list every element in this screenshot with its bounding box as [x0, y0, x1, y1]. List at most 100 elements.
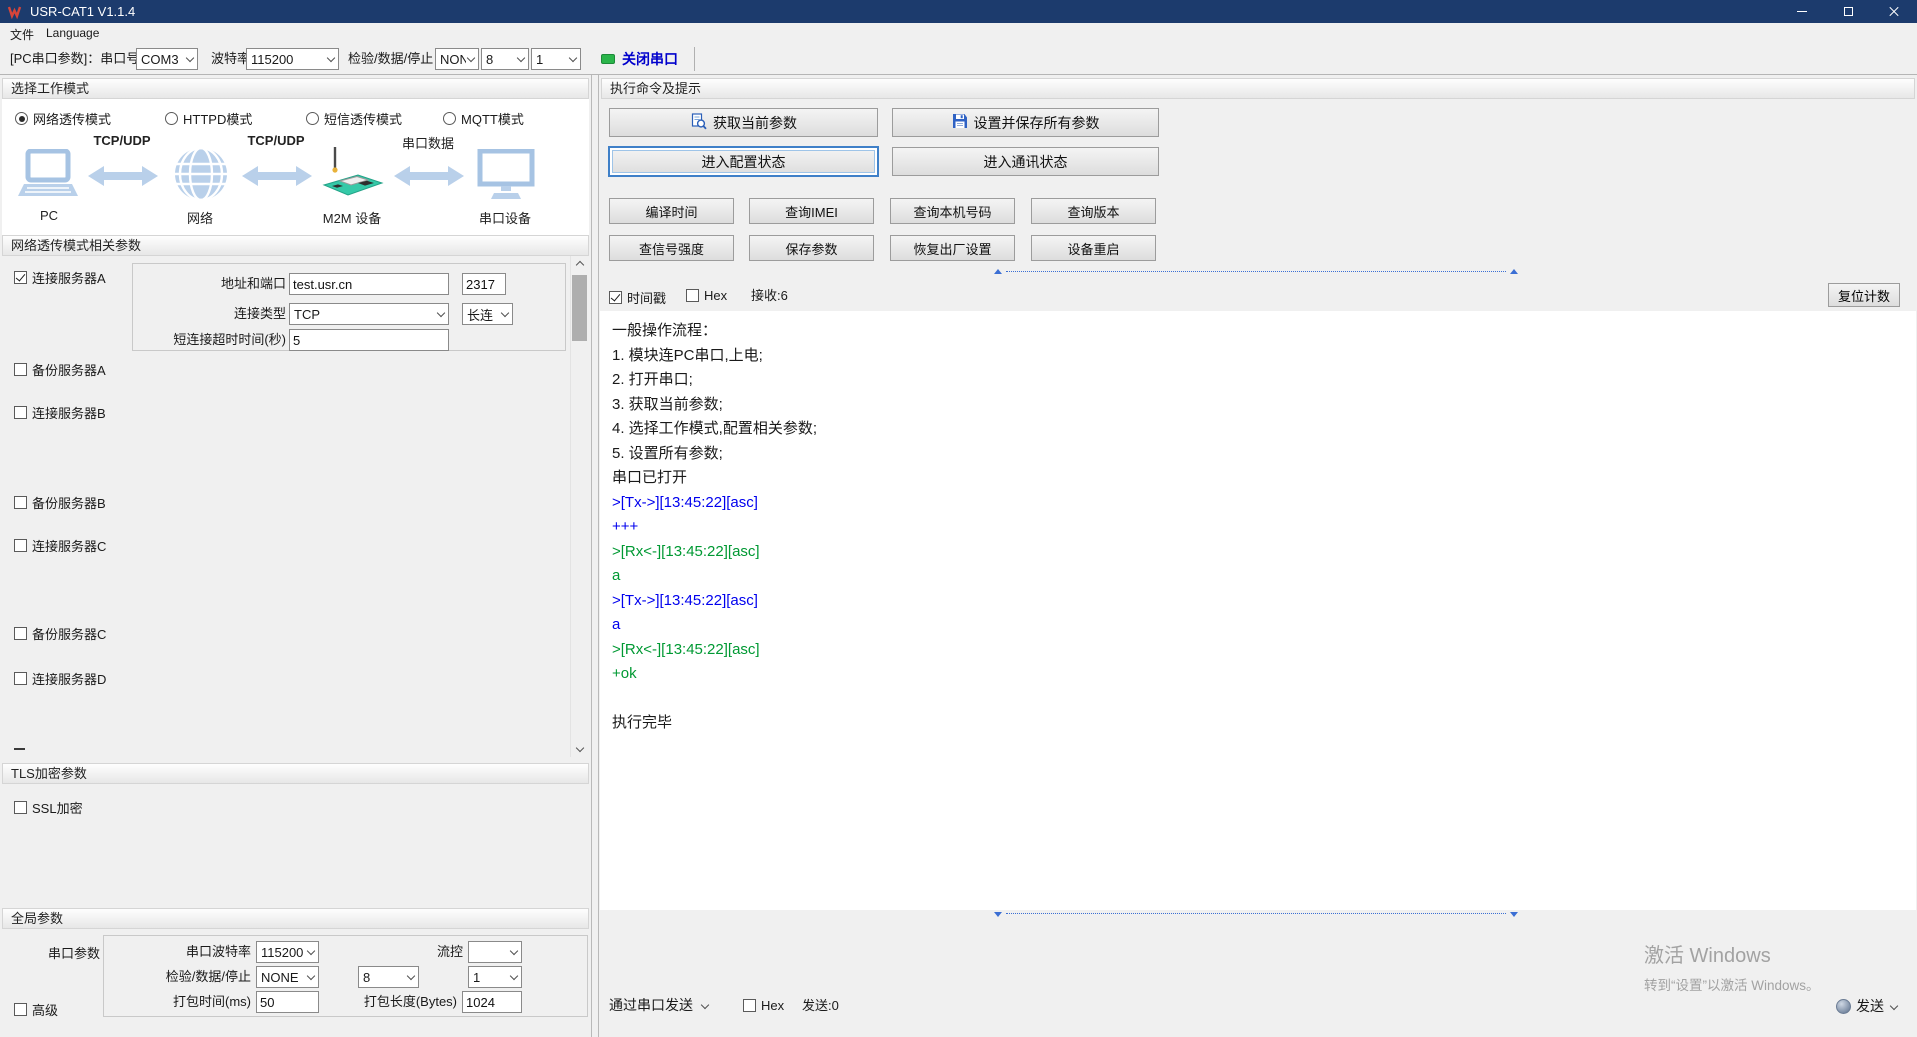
send-splitter[interactable] — [599, 910, 1917, 918]
diagram-link-label: TCP/UDP — [82, 133, 162, 148]
cmd-button[interactable]: 查信号强度 — [609, 235, 734, 261]
server-checkbox[interactable]: 连接服务器C — [14, 536, 106, 555]
left-scrollbar — [570, 256, 587, 757]
server-a-panel: 地址和端口 连接类型 TCP 长连 短连接超时时间(秒) — [132, 263, 566, 351]
menu-language[interactable]: Language — [42, 26, 103, 40]
server-checkbox[interactable]: 备份服务器B — [14, 493, 106, 512]
cmd-button[interactable]: 查询版本 — [1031, 198, 1156, 224]
server-checkbox[interactable]: 备份服务器A — [14, 360, 106, 379]
global-baud-select[interactable]: 115200 — [256, 941, 319, 963]
splitter-arrow-icon — [994, 912, 1002, 917]
log-line: 2. 打开串口; — [612, 368, 1906, 393]
chevron-down-icon — [467, 53, 475, 61]
timeout-input[interactable] — [289, 329, 449, 351]
toolbar-separator — [694, 47, 695, 71]
network-icon — [174, 147, 228, 206]
log-splitter[interactable] — [599, 268, 1917, 276]
arrow-icon — [87, 165, 159, 192]
send-via-serial-dropdown[interactable]: 通过串口发送 — [609, 995, 709, 1015]
radio-icon — [15, 112, 28, 125]
log-line: >[Tx->][13:45:22][asc] — [612, 491, 1906, 516]
chevron-down-icon — [501, 308, 509, 316]
radio-sms-passthrough[interactable]: 短信透传模式 — [306, 109, 402, 128]
menu-file[interactable]: 文件 — [6, 26, 38, 43]
get-params-button[interactable]: 获取当前参数 — [609, 108, 878, 137]
send-status-icon — [1836, 999, 1851, 1014]
log-output: 一般操作流程：1. 模块连PC串口,上电;2. 打开串口;3. 获取当前参数;4… — [600, 311, 1916, 910]
log-line: 执行完毕 — [612, 711, 1906, 736]
tls-header: TLS加密参数 — [2, 763, 589, 784]
cmd-button[interactable]: 保存参数 — [749, 235, 874, 261]
chevron-down-icon — [510, 971, 518, 979]
enter-config-button[interactable]: 进入配置状态 — [609, 147, 878, 176]
global-parity-select[interactable]: NONE — [256, 966, 319, 988]
menubar: 文件 Language — [0, 23, 1917, 43]
radio-mqtt[interactable]: MQTT模式 — [443, 109, 524, 128]
conn-type-select[interactable]: TCP — [289, 303, 449, 325]
addr-label: 地址和端口 — [136, 273, 286, 295]
global-baud-label: 串口波特率 — [104, 941, 251, 963]
checkbox-icon — [14, 539, 27, 552]
pc-icon — [17, 149, 81, 206]
close-button[interactable] — [1871, 0, 1917, 23]
maximize-button[interactable] — [1825, 0, 1871, 23]
log-line: 5. 设置所有参数; — [612, 442, 1906, 467]
com-port-select[interactable]: COM3 — [136, 48, 198, 70]
log-line: >[Rx<-][13:45:22][asc] — [612, 638, 1906, 663]
server-a-checkbox[interactable]: 连接服务器A — [14, 268, 106, 287]
server-addr-input[interactable] — [289, 273, 449, 295]
hex-display-checkbox[interactable]: Hex — [686, 288, 727, 303]
cmd-button[interactable]: 编译时间 — [609, 198, 734, 224]
titlebar: USR-CAT1 V1.1.4 — [0, 0, 1917, 23]
log-line: 1. 模块连PC串口,上电; — [612, 344, 1906, 369]
serial-device-icon — [477, 149, 535, 206]
recv-count: 接收:6 — [751, 285, 788, 307]
global-stopbits-select[interactable]: 1 — [468, 966, 522, 988]
server-checkbox[interactable]: 备份服务器C — [14, 624, 106, 643]
scroll-down-button[interactable] — [571, 740, 588, 757]
flow-select[interactable] — [468, 941, 522, 963]
window-controls — [1779, 0, 1917, 23]
radio-icon — [443, 112, 456, 125]
baud-label: 波特率 — [211, 43, 250, 75]
checkbox-icon — [14, 496, 27, 509]
chevron-down-icon — [510, 946, 518, 954]
parity-select[interactable]: NONI — [435, 48, 479, 70]
keepalive-select[interactable]: 长连 — [462, 303, 513, 325]
baud-select[interactable]: 115200 — [246, 48, 339, 70]
app-window: USR-CAT1 V1.1.4 文件 Language [PC串口参数]：串口号… — [0, 0, 1917, 1037]
stopbits-select[interactable]: 1 — [531, 48, 581, 70]
scrollbar-thumb[interactable] — [572, 275, 587, 341]
cmd-button[interactable]: 查询本机号码 — [890, 198, 1015, 224]
m2m-device-icon — [320, 145, 386, 208]
close-serial-button[interactable]: 关闭串口 — [622, 43, 678, 75]
timestamp-checkbox[interactable]: 时间戳 — [609, 288, 666, 307]
cmd-button[interactable]: 恢复出厂设置 — [890, 235, 1015, 261]
checkbox-icon — [14, 363, 27, 376]
reset-count-button[interactable]: 复位计数 — [1828, 283, 1900, 307]
chevron-down-icon — [569, 53, 577, 61]
scroll-up-button[interactable] — [571, 256, 588, 273]
server-checkbox[interactable]: 连接服务器B — [14, 403, 106, 422]
ssl-checkbox[interactable]: SSL加密 — [14, 798, 83, 817]
radio-net-passthrough[interactable]: 网络透传模式 — [15, 109, 111, 128]
advanced-checkbox[interactable]: 高级 — [14, 1000, 58, 1019]
splitter-arrow-icon — [1510, 269, 1518, 274]
log-line: +ok — [612, 662, 1906, 687]
conn-type-label: 连接类型 — [136, 303, 286, 325]
server-checkbox[interactable]: 连接服务器D — [14, 669, 106, 688]
radio-httpd[interactable]: HTTPD模式 — [165, 109, 252, 128]
chevron-down-icon — [517, 53, 525, 61]
global-databits-select[interactable]: 8 — [358, 966, 419, 988]
cmd-button[interactable]: 设备重启 — [1031, 235, 1156, 261]
enter-comm-button[interactable]: 进入通讯状态 — [892, 147, 1159, 176]
cmd-button[interactable]: 查询IMEI — [749, 198, 874, 224]
minimize-button[interactable] — [1779, 0, 1825, 23]
send-button[interactable]: 发送 — [1836, 996, 1898, 1016]
pack-time-label: 打包时间(ms) — [104, 991, 251, 1013]
set-save-params-button[interactable]: 设置并保存所有参数 — [892, 108, 1159, 137]
databits-select[interactable]: 8 — [481, 48, 529, 70]
server-port-input[interactable] — [462, 273, 506, 295]
pack-len-input[interactable] — [462, 991, 522, 1013]
send-hex-checkbox[interactable]: Hex — [743, 998, 784, 1013]
